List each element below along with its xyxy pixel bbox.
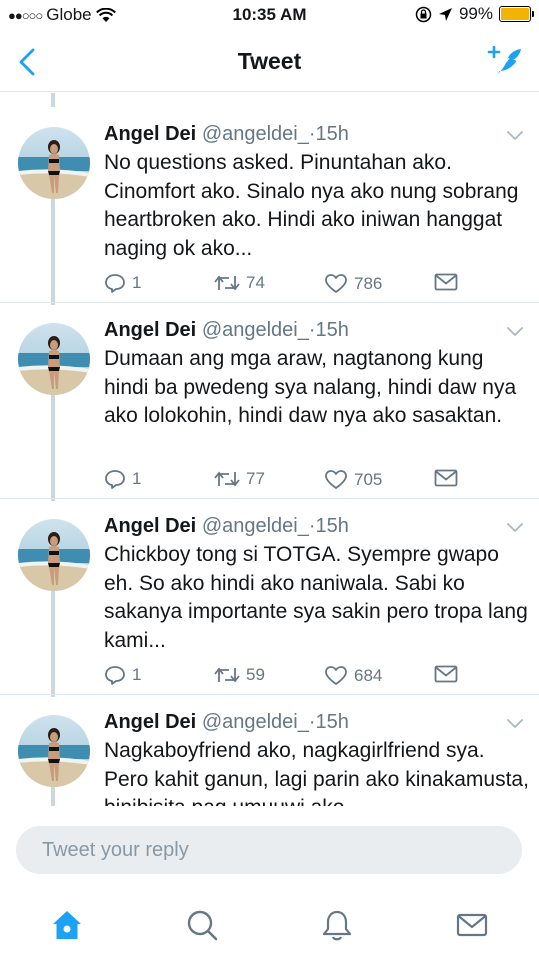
like-button[interactable]: 705 [324,469,382,490]
author-name[interactable]: Angel Dei [104,319,196,341]
reply-button[interactable]: 1 [104,469,141,489]
tweet-header: Angel Dei @angeldei_·15h [104,123,349,146]
avatar[interactable] [18,127,90,199]
tweet-actions: 1 74 786 [104,273,484,297]
battery-level [501,8,529,20]
thread-connector [51,93,55,107]
like-button[interactable]: 684 [324,665,382,686]
tweet-text: Nagkaboyfriend ako, nagkagirlfriend sya.… [104,739,529,806]
chevron-down-icon[interactable] [505,521,525,535]
retweet-count: 59 [246,665,265,684]
tweet-item[interactable]: Angel Dei @angeldei_·15h Chickboy tong s… [0,499,539,695]
tweet-header: Angel Dei @angeldei_·15h [104,711,349,734]
reply-button[interactable]: 1 [104,273,141,293]
reply-count: 1 [132,273,142,292]
retweet-button[interactable]: 77 [214,469,265,489]
avatar[interactable] [18,715,90,787]
dm-button[interactable] [434,665,458,683]
header-separator: · [308,319,316,341]
tweet-timestamp: 15h [315,123,349,145]
tweet-item[interactable]: Angel Dei @angeldei_·15h Nagkaboyfriend … [0,695,539,806]
chevron-down-icon[interactable] [505,325,525,339]
search-icon[interactable] [185,908,219,942]
tweet-text: Dumaan ang mga araw, nagtanong kung hind… [104,347,517,427]
author-handle[interactable]: @angeldei_ [202,711,309,733]
rotation-lock-icon [415,6,432,22]
battery-icon [499,6,534,22]
retweet-button[interactable]: 74 [214,273,265,293]
chevron-down-icon[interactable] [505,129,525,143]
like-count: 786 [354,273,383,293]
tweet-timestamp: 15h [315,515,349,537]
reply-icon [105,666,125,685]
tweet-timestamp: 15h [315,319,349,341]
author-handle[interactable]: @angeldei_ [202,515,309,537]
retweet-count: 77 [246,469,265,488]
dm-button[interactable] [434,273,458,291]
header-separator: · [308,711,316,733]
battery-percent: 99% [458,4,493,23]
like-count: 684 [354,665,383,685]
author-handle[interactable]: @angeldei_ [202,319,309,341]
tweet-actions: 1 59 684 [104,665,484,689]
tweet-text: No questions asked. Pinuntahan ako. Cino… [104,151,519,260]
retweet-icon [214,275,240,291]
author-handle[interactable]: @angeldei_ [202,123,309,145]
home-icon[interactable] [50,908,84,942]
tweet-text: Chickboy tong si TOTGA. Syempre gwapo eh… [104,543,528,652]
tweet-actions: 1 77 705 [104,469,484,493]
tweet-thread[interactable]: Angel Dei @angeldei_·15h No questions as… [0,93,539,806]
like-count: 705 [354,469,383,489]
avatar[interactable] [18,323,90,395]
reply-icon [105,274,125,293]
like-heart-icon [325,274,347,293]
like-heart-icon [325,470,347,489]
messages-icon[interactable] [455,908,489,942]
reply-input[interactable] [16,826,522,874]
reply-count: 1 [132,469,142,488]
like-button[interactable]: 786 [324,273,382,294]
dm-button[interactable] [434,469,458,487]
tab-bar [0,890,539,960]
tweet-item[interactable]: Angel Dei @angeldei_·15h No questions as… [0,107,539,303]
compose-tweet-icon[interactable] [485,42,525,82]
notifications-icon[interactable] [320,908,354,942]
author-name[interactable]: Angel Dei [104,123,196,145]
header-separator: · [308,515,316,537]
chevron-down-icon[interactable] [505,717,525,731]
tweet-header: Angel Dei @angeldei_·15h [104,319,349,342]
retweet-icon [214,471,240,487]
avatar[interactable] [18,519,90,591]
reply-icon [105,470,125,489]
direct-message-icon [434,665,458,683]
reply-count: 1 [132,665,142,684]
page-title: Tweet [237,48,302,74]
tweet-header: Angel Dei @angeldei_·15h [104,515,349,538]
location-arrow-icon [438,7,452,21]
retweet-icon [214,667,240,683]
header-separator: · [308,123,316,145]
reply-button[interactable]: 1 [104,665,141,685]
like-heart-icon [325,666,347,685]
retweet-button[interactable]: 59 [214,665,265,685]
tweet-item[interactable]: Angel Dei @angeldei_·15h Dumaan ang mga … [0,303,539,499]
nav-bar: Tweet [0,32,539,92]
status-bar: ●●○○○ Globe 10:35 AM 99% [0,0,539,32]
direct-message-icon [434,469,458,487]
system-indicators: 99% [415,4,534,24]
author-name[interactable]: Angel Dei [104,515,196,537]
direct-message-icon [434,273,458,291]
author-name[interactable]: Angel Dei [104,711,196,733]
retweet-count: 74 [246,273,265,292]
tweet-timestamp: 15h [315,711,349,733]
